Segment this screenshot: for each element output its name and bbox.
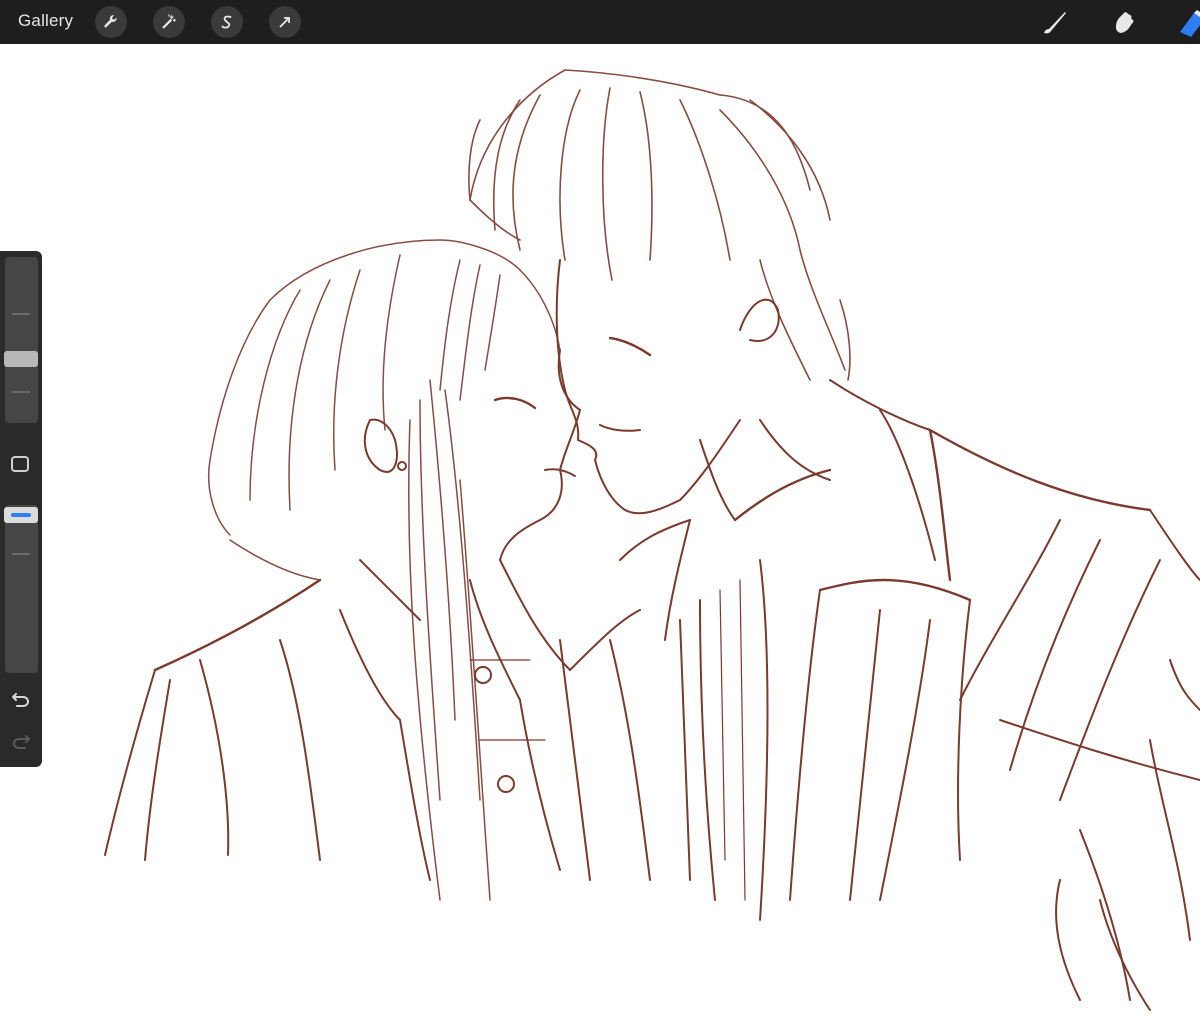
undo-icon[interactable] — [10, 689, 32, 711]
brush-sidebar — [0, 251, 42, 767]
size-tick — [12, 391, 30, 393]
wrench-icon[interactable] — [95, 6, 127, 38]
arrow-cursor-icon[interactable] — [269, 6, 301, 38]
selection-s-icon[interactable] — [211, 6, 243, 38]
opacity-tick — [12, 553, 30, 555]
smudge-hand-icon[interactable] — [1108, 6, 1140, 38]
modify-button[interactable] — [11, 456, 29, 472]
gallery-button[interactable]: Gallery — [18, 11, 73, 31]
brush-size-slider[interactable] — [5, 257, 38, 423]
drawing-canvas[interactable] — [0, 44, 1200, 1018]
eraser-icon[interactable] — [1176, 6, 1200, 38]
paintbrush-icon[interactable] — [1038, 6, 1070, 38]
brush-opacity-handle[interactable] — [4, 507, 38, 523]
size-tick — [12, 313, 30, 315]
brush-size-handle[interactable] — [4, 351, 38, 367]
sketch-artwork — [104, 69, 1200, 1011]
redo-icon[interactable] — [10, 731, 32, 753]
magic-wand-icon[interactable] — [153, 6, 185, 38]
top-toolbar: Gallery — [0, 0, 1200, 44]
brush-opacity-slider[interactable] — [5, 505, 38, 673]
opacity-indicator — [11, 513, 31, 517]
